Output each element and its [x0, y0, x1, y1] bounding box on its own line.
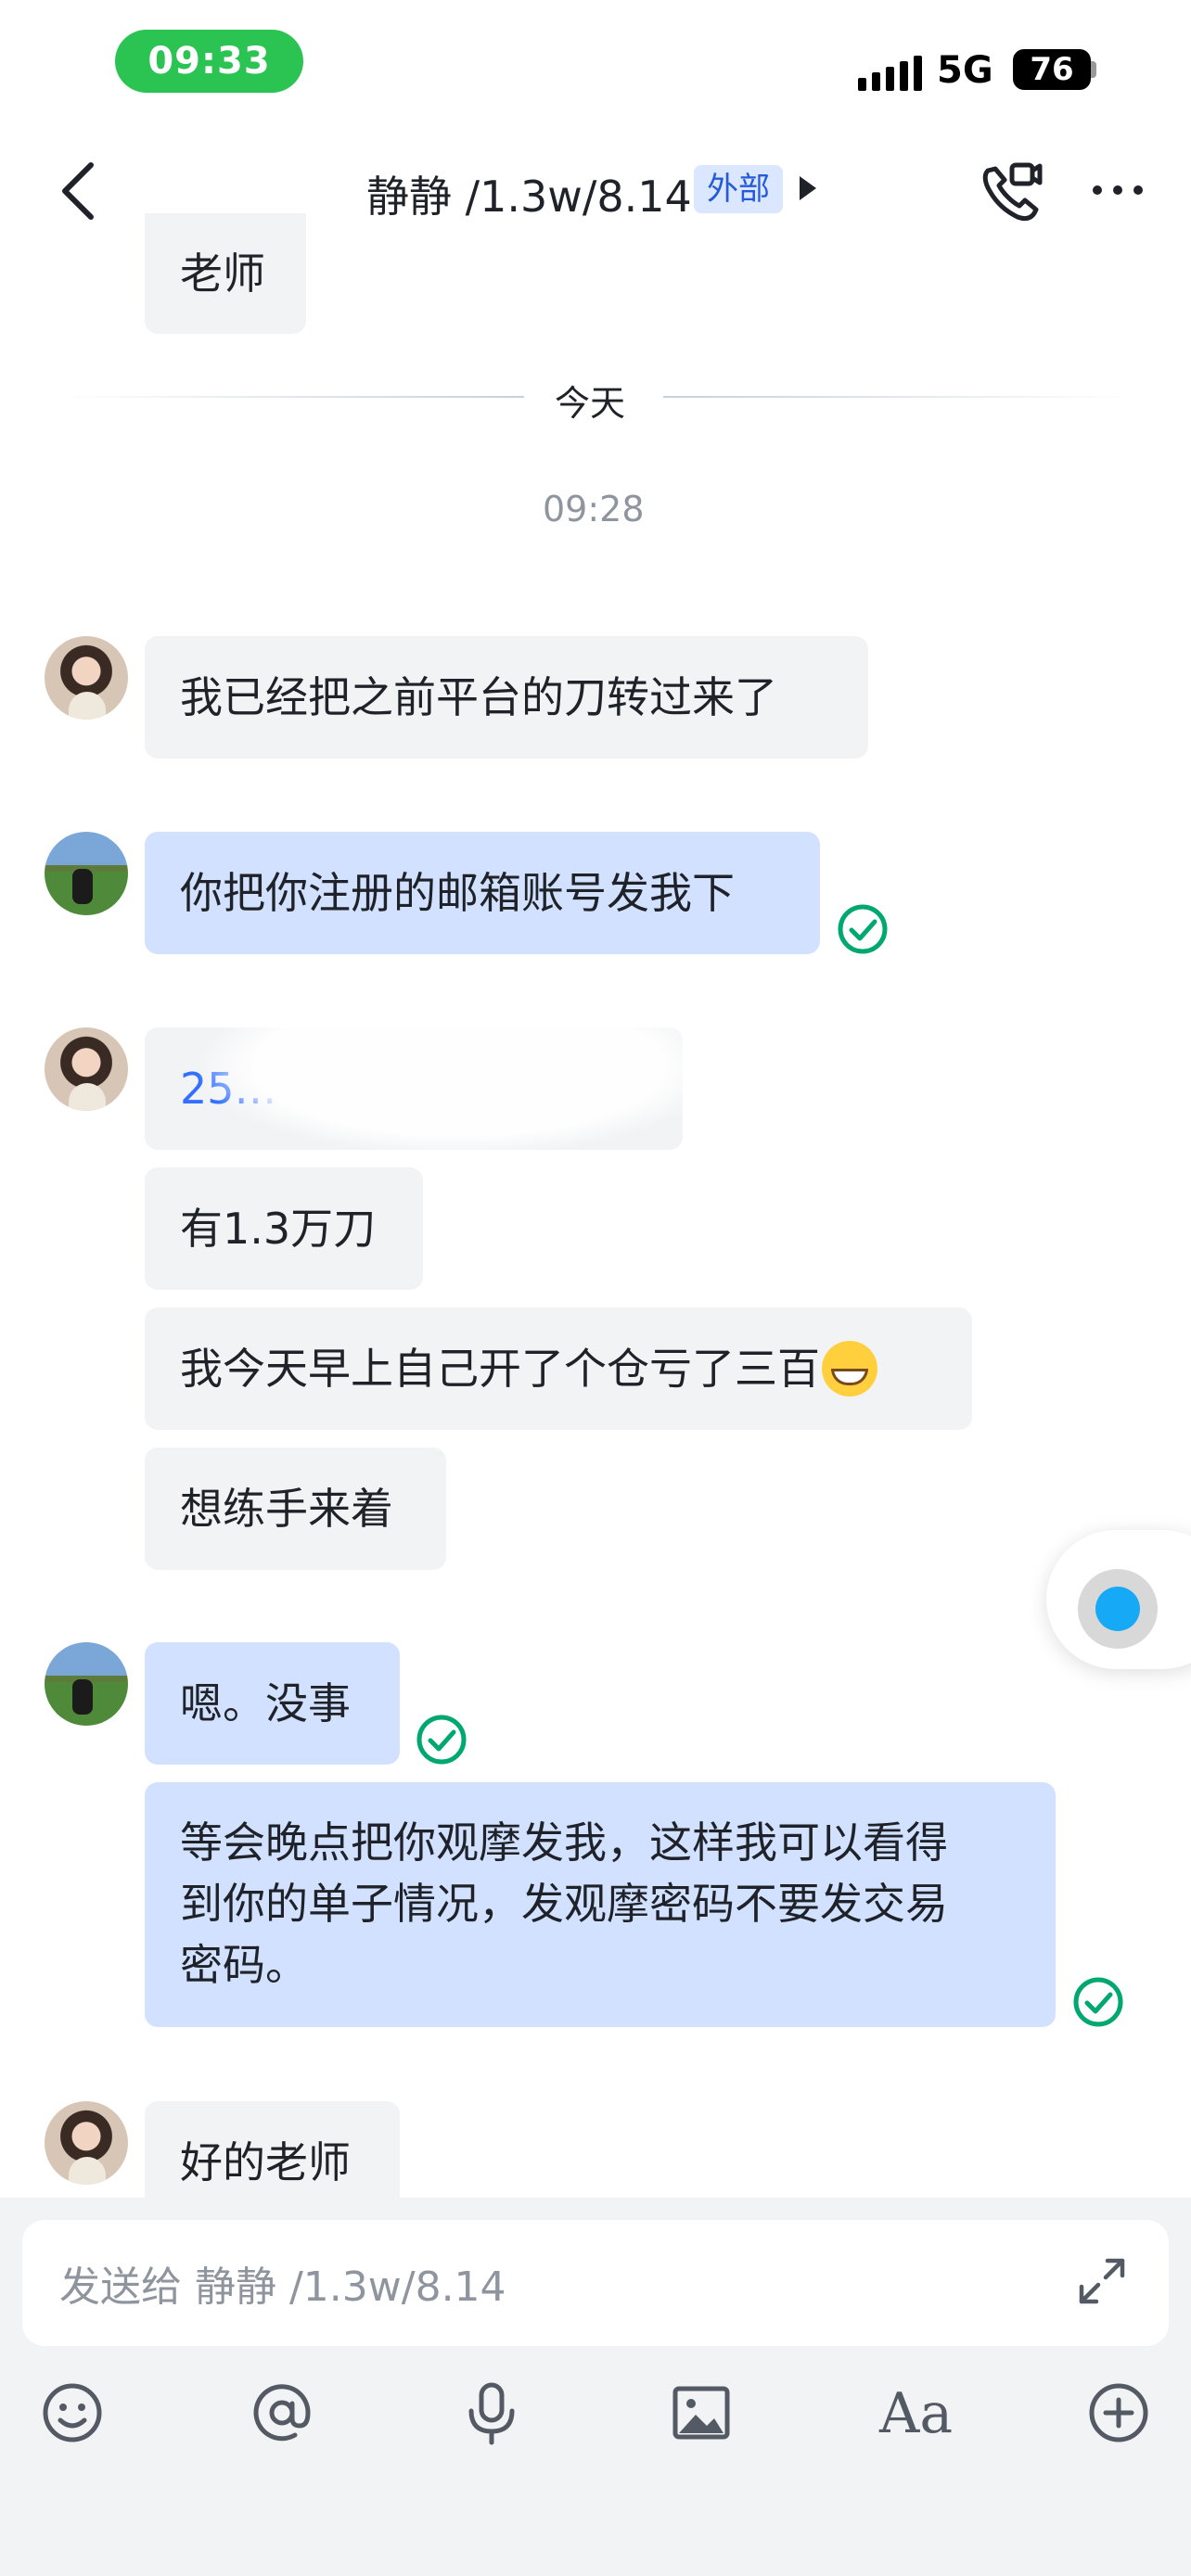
image-icon[interactable]: [668, 2379, 735, 2446]
expand-icon[interactable]: [1076, 2255, 1128, 2307]
message-bubble[interactable]: 嗯。没事: [145, 1642, 400, 1765]
message-timestamp: 09:28: [543, 489, 645, 529]
my-avatar[interactable]: [45, 832, 128, 915]
message-bubble[interactable]: 有1.3万刀: [145, 1167, 423, 1290]
add-icon[interactable]: [1085, 2379, 1152, 2446]
status-time: 09:33: [115, 30, 303, 93]
text-format-icon[interactable]: Aa: [879, 2381, 953, 2446]
contact-avatar[interactable]: [45, 636, 128, 720]
contact-avatar[interactable]: [45, 1027, 128, 1111]
message-input[interactable]: 发送给 静静 /1.3w/8.14: [22, 2220, 1169, 2346]
message-text-line: 密码。: [180, 1940, 308, 1990]
message-text: 你把你注册的邮箱账号发我下: [180, 868, 735, 918]
battery-tip: [1091, 61, 1096, 78]
message-text: 我已经把之前平台的刀转过来了: [180, 672, 777, 722]
grin-emoji-icon: [822, 1341, 877, 1396]
read-check-icon: [1073, 1977, 1123, 2027]
message-bubble[interactable]: 我已经把之前平台的刀转过来了: [145, 636, 868, 759]
message-text: 有1.3万刀: [180, 1204, 377, 1254]
mention-icon[interactable]: [249, 2379, 315, 2446]
video-call-icon[interactable]: [979, 161, 1044, 223]
redaction-smudge: [199, 978, 719, 1154]
battery-indicator: 76: [1013, 49, 1091, 90]
read-check-icon: [838, 904, 888, 954]
message-text: 我今天早上自己开了个仓亏了三百: [180, 1344, 820, 1394]
chat-title[interactable]: 静静 /1.3w/8.14: [366, 163, 692, 224]
day-divider-left: [56, 396, 524, 398]
external-tag: 外部: [694, 165, 783, 213]
message-bubble[interactable]: 想练手来着: [145, 1447, 446, 1570]
message-text: 想练手来着: [180, 1484, 393, 1534]
emoji-icon[interactable]: [39, 2379, 106, 2446]
back-icon[interactable]: [54, 159, 102, 223]
message-bubble[interactable]: 你把你注册的邮箱账号发我下: [145, 832, 820, 954]
read-check-icon: [416, 1715, 467, 1765]
network-type: 5G: [937, 49, 993, 92]
message-text: 好的老师: [180, 2137, 351, 2187]
message-bubble-partial: 老师: [145, 213, 306, 334]
voice-icon[interactable]: [458, 2379, 525, 2446]
contact-avatar[interactable]: [45, 2101, 128, 2185]
message-text-line: 等会晚点把你观摩发我，这样我可以看得: [180, 1817, 948, 1868]
my-avatar[interactable]: [45, 1642, 128, 1726]
message-text-line: 到你的单子情况，发观摩密码不要发交易: [180, 1879, 948, 1929]
message-bubble[interactable]: 我今天早上自己开了个仓亏了三百: [145, 1307, 972, 1430]
message-input-placeholder: 发送给 静静 /1.3w/8.14: [59, 2264, 506, 2311]
message-text: 嗯。没事: [180, 1678, 351, 1728]
message-text: 老师: [180, 249, 265, 299]
signal-icon: [858, 50, 922, 91]
caret-right-icon[interactable]: [800, 176, 816, 200]
day-divider-right: [663, 396, 1136, 398]
more-icon[interactable]: [1093, 185, 1143, 195]
day-divider-label: 今天: [555, 383, 626, 424]
assistant-dot-icon[interactable]: [1078, 1569, 1158, 1649]
message-bubble[interactable]: 等会晚点把你观摩发我，这样我可以看得 到你的单子情况，发观摩密码不要发交易 密码…: [145, 1782, 1056, 2027]
